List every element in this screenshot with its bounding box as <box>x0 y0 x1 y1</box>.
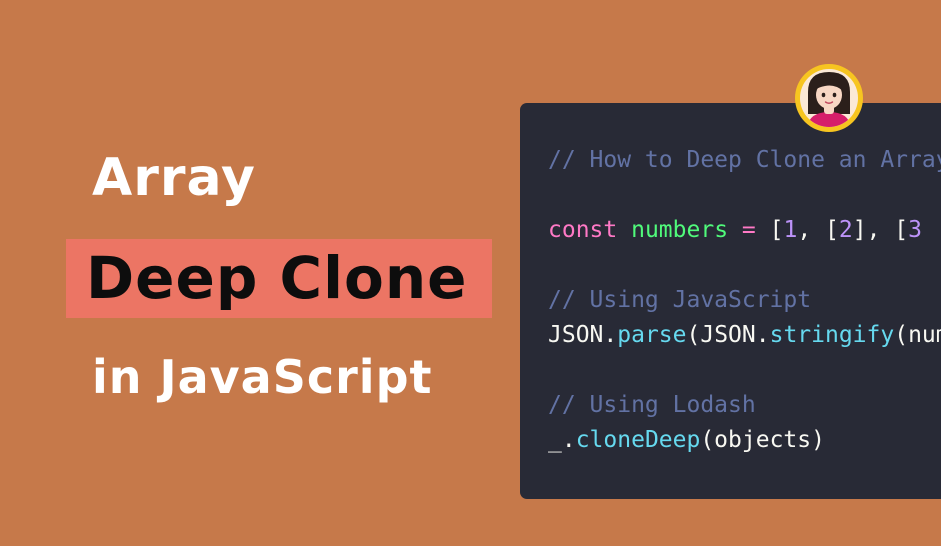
code-json-1: JSON. <box>548 322 618 348</box>
code-block: // How to Deep Clone an Array const numb… <box>548 143 941 458</box>
code-const-keyword: const <box>548 217 618 243</box>
code-stringify-fn: stringify <box>769 322 895 348</box>
code-separator-1: , [ <box>797 217 839 243</box>
title-line-in-javascript: in JavaScript <box>92 350 433 404</box>
code-lodash-underscore: _. <box>548 427 576 453</box>
code-comment-lodash: // Using Lodash <box>548 392 756 418</box>
code-comment-javascript: // Using JavaScript <box>548 287 812 313</box>
code-equals: = <box>741 217 756 243</box>
girl-avatar-icon <box>795 64 863 132</box>
title-line-array: Array <box>92 148 256 208</box>
title-line-deep-clone: Deep Clone <box>86 244 468 312</box>
code-number-3: 3 <box>908 217 922 243</box>
code-clonedeep-fn: cloneDeep <box>575 427 701 453</box>
code-stringify-args: (numbers)) <box>894 322 941 348</box>
code-number-2: 2 <box>838 217 853 243</box>
code-number-1: 1 <box>783 217 798 243</box>
code-clonedeep-args: (objects) <box>700 427 825 453</box>
code-variable-numbers: numbers <box>631 217 729 243</box>
code-card: // How to Deep Clone an Array const numb… <box>520 103 941 499</box>
code-parse-fn: parse <box>617 322 687 348</box>
code-comment-title: // How to Deep Clone an Array <box>548 147 941 173</box>
code-separator-2: ], [ <box>852 217 909 243</box>
code-array-open: [ <box>769 217 784 243</box>
code-json-2: (JSON. <box>686 322 770 348</box>
